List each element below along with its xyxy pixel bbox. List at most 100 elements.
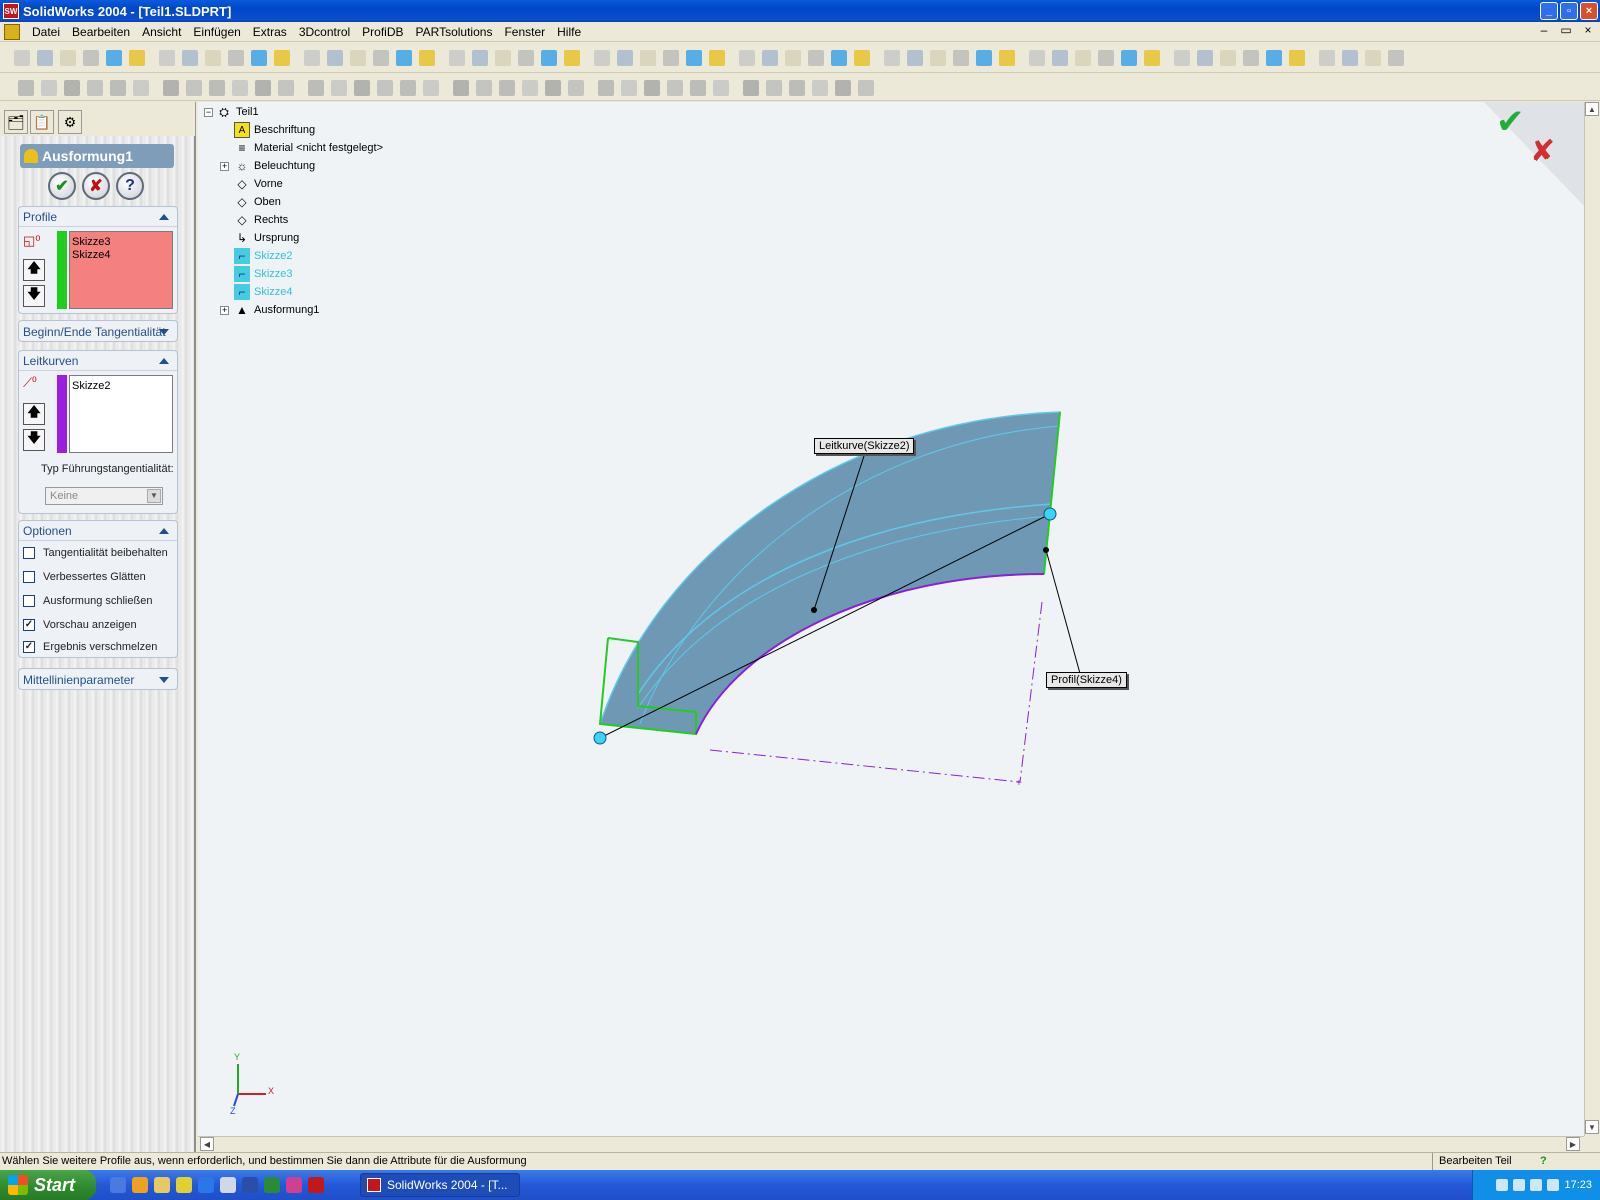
toolbar-button-icon[interactable] (476, 80, 492, 96)
expand-arrow-icon[interactable] (159, 329, 169, 335)
profile-list[interactable]: Skizze3 Skizze4 (69, 231, 173, 309)
toolbar-button-icon[interactable] (743, 80, 759, 96)
tray-icon[interactable] (1496, 1179, 1509, 1191)
toolbar-button-icon[interactable] (60, 50, 76, 66)
tree-root[interactable]: ⛭ Teil1 (216, 104, 258, 120)
toolbar-button-icon[interactable] (1220, 50, 1236, 66)
checkbox[interactable] (23, 595, 35, 607)
tree-item[interactable]: ◇ Vorne (234, 176, 282, 192)
profile-move-down-button[interactable]: 🡇 (23, 285, 45, 307)
toolbar-button-icon[interactable] (1197, 50, 1213, 66)
profile-callout[interactable]: Profil(Skizze4) (1046, 672, 1127, 688)
toolbar-button-icon[interactable] (1121, 50, 1137, 66)
tree-item[interactable]: A Beschriftung (234, 122, 315, 138)
collapse-arrow-icon[interactable] (159, 358, 169, 364)
explorer-icon[interactable] (154, 1177, 170, 1193)
tree-expand-icon[interactable]: + (220, 306, 229, 315)
toolbar-button-icon[interactable] (278, 80, 294, 96)
tree-item[interactable]: ◇ Oben (234, 194, 281, 210)
toolbar-button-icon[interactable] (453, 80, 469, 96)
toolbar-button-icon[interactable] (159, 50, 175, 66)
tree-item[interactable]: ⌐ Skizze4 (234, 284, 293, 300)
tree-item[interactable]: ⌐ Skizze3 (234, 266, 293, 282)
toolbar-button-icon[interactable] (209, 80, 225, 96)
menu-extras[interactable]: Extras (247, 22, 293, 42)
tree-item[interactable]: ◇ Rechts (234, 212, 288, 228)
solidworks-quicklaunch-icon[interactable] (308, 1177, 324, 1193)
guide-list[interactable]: Skizze2 (69, 375, 173, 453)
toolbar-button-icon[interactable] (255, 80, 271, 96)
toolbar-button-icon[interactable] (808, 50, 824, 66)
toolbar-button-icon[interactable] (373, 50, 389, 66)
guide-move-up-button[interactable]: 🡅 (23, 403, 45, 425)
toolbar-button-icon[interactable] (64, 80, 80, 96)
list-item[interactable]: Skizze4 (72, 249, 170, 262)
toolbar-button-icon[interactable] (930, 50, 946, 66)
menu-fenster[interactable]: Fenster (498, 22, 551, 42)
toolbar-button-icon[interactable] (644, 80, 660, 96)
menu-bearbeiten[interactable]: Bearbeiten (66, 22, 136, 42)
toolbar-button-icon[interactable] (18, 80, 34, 96)
start-button[interactable]: Start (0, 1170, 96, 1200)
close-button[interactable]: × (1580, 2, 1598, 20)
tree-item[interactable]: ☼ Beleuchtung (234, 158, 316, 174)
toolbar-button-icon[interactable] (472, 50, 488, 66)
toolbar-button-icon[interactable] (41, 80, 57, 96)
toolbar-button-icon[interactable] (594, 50, 610, 66)
toolbar-button-icon[interactable] (495, 50, 511, 66)
guide-point[interactable] (811, 607, 817, 613)
option-close-loft[interactable]: Ausformung schließen (23, 595, 152, 607)
options-group-header[interactable]: Optionen (19, 521, 177, 541)
menu-datei[interactable]: Datei (26, 22, 66, 42)
toolbar-button-icon[interactable] (976, 50, 992, 66)
toolbar-button-icon[interactable] (953, 50, 969, 66)
toolbar-button-icon[interactable] (1319, 50, 1335, 66)
confirm-ok-icon[interactable]: ✔ (1496, 102, 1525, 142)
option-advanced-smoothing[interactable]: Verbessertes Glätten (23, 571, 146, 583)
toolbar-button-icon[interactable] (1098, 50, 1114, 66)
toolbar-button-icon[interactable] (37, 50, 53, 66)
toolbar-button-icon[interactable] (232, 80, 248, 96)
tree-expand-icon[interactable]: + (220, 162, 229, 171)
list-item[interactable]: Skizze2 (72, 380, 170, 393)
toolbar-button-icon[interactable] (106, 50, 122, 66)
menu-3dcontrol[interactable]: 3Dcontrol (293, 22, 356, 42)
toolbar-button-icon[interactable] (350, 50, 366, 66)
toolbar-button-icon[interactable] (907, 50, 923, 66)
toolbar-button-icon[interactable] (1174, 50, 1190, 66)
toolbar-button-icon[interactable] (205, 50, 221, 66)
toolbar-button-icon[interactable] (274, 50, 290, 66)
menu-ansicht[interactable]: Ansicht (136, 22, 187, 42)
centerline-group-header[interactable]: Mittellinienparameter (19, 669, 177, 691)
toolbar-button-icon[interactable] (331, 80, 347, 96)
toolbar-button-icon[interactable] (327, 50, 343, 66)
configuration-manager-tab-icon[interactable]: ⚙ (58, 110, 82, 134)
toolbar-button-icon[interactable] (812, 80, 828, 96)
toolbar-button-icon[interactable] (621, 80, 637, 96)
checkbox[interactable]: ✓ (23, 619, 35, 631)
doc-minimize-button[interactable]: – (1536, 23, 1552, 37)
toolbar-button-icon[interactable] (762, 50, 778, 66)
tangency-group[interactable]: Beginn/Ende Tangentialität (18, 320, 178, 342)
tree-item[interactable]: ↳ Ursprung (234, 230, 299, 246)
taskbar-solidworks-button[interactable]: SolidWorks 2004 - [T... (360, 1173, 520, 1197)
centerline-group[interactable]: Mittellinienparameter (18, 668, 178, 690)
document-icon[interactable] (4, 23, 20, 40)
loft-body[interactable] (598, 411, 1061, 735)
toolbar-button-icon[interactable] (564, 50, 580, 66)
tree-item[interactable]: ≡ Material <nicht festgelegt> (234, 140, 383, 156)
scroll-left-icon[interactable]: ◀ (200, 1137, 214, 1151)
quicklaunch-icon[interactable] (176, 1177, 192, 1193)
option-merge-result[interactable]: ✓ Ergebnis verschmelzen (23, 641, 157, 653)
list-item[interactable]: Skizze3 (72, 236, 170, 249)
menu-profidb[interactable]: ProfiDB (356, 22, 409, 42)
guide-curves-group-header[interactable]: Leitkurven (19, 351, 177, 371)
toolbar-button-icon[interactable] (831, 50, 847, 66)
toolbar-button-icon[interactable] (663, 50, 679, 66)
ok-button[interactable]: ✔ (48, 172, 76, 200)
tree-item[interactable]: ⌐ Skizze2 (234, 248, 293, 264)
toolbar-button-icon[interactable] (835, 80, 851, 96)
minimize-button[interactable]: _ (1540, 2, 1558, 20)
guide-tangency-type-select[interactable]: Keine ▼ (45, 487, 163, 505)
option-keep-tangency[interactable]: Tangentialität beibehalten (23, 547, 168, 559)
